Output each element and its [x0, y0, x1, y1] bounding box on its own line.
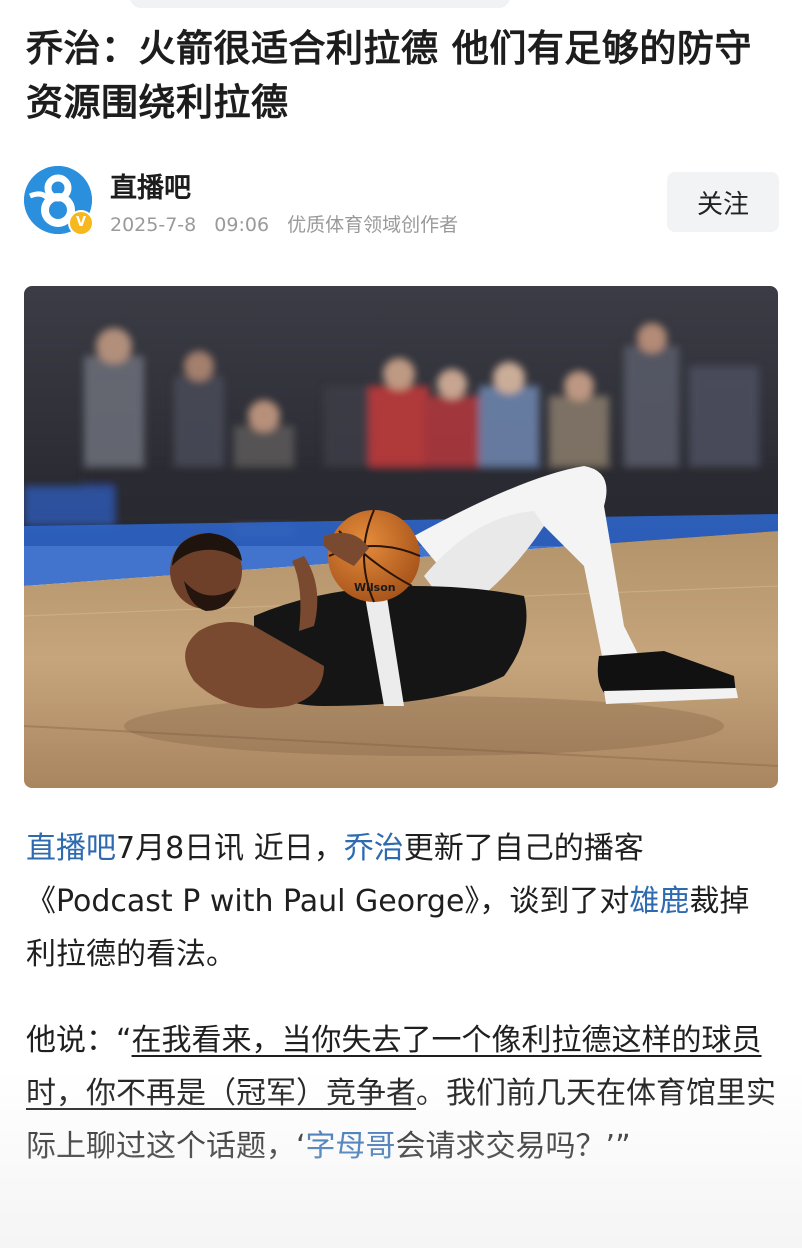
person-link-giannis[interactable]: 字母哥: [306, 1129, 396, 1164]
top-search-pill[interactable]: [130, 0, 510, 8]
p1-text-1: 7月8日讯 近日，: [116, 831, 344, 866]
article-paragraph-1: 直播吧7月8日讯 近日，乔治更新了自己的播客《Podcast P with Pa…: [26, 822, 778, 981]
post-time: 09:06: [214, 214, 270, 236]
article-photo[interactable]: Wilson: [24, 286, 778, 788]
article-title: 乔治：火箭很适合利拉德 他们有足够的防守资源围绕利拉德: [26, 27, 752, 124]
article-paragraph-2: 他说：“在我看来，当你失去了一个像利拉德这样的球员时，你不再是（冠军）竞争者。我…: [26, 1014, 778, 1173]
post-meta: 2025-7-8 09:06 优质体育领域创作者: [110, 210, 470, 237]
source-link[interactable]: 直播吧: [26, 831, 116, 866]
p2-text-1: 他说：“: [26, 1023, 132, 1058]
post-date: 2025-7-8: [110, 214, 197, 236]
basketball-player-photo: Wilson: [24, 286, 778, 788]
team-link-bucks[interactable]: 雄鹿: [629, 884, 689, 919]
p2-text-3: 会请求交易吗？’”: [395, 1129, 631, 1164]
author-row: V 直播吧 2025-7-8 09:06 优质体育领域创作者 关注: [24, 166, 780, 238]
author-name[interactable]: 直播吧: [110, 166, 191, 205]
author-role: 优质体育领域创作者: [287, 214, 459, 236]
ball-brand-text: Wilson: [354, 581, 396, 594]
person-link-george[interactable]: 乔治: [344, 831, 404, 866]
follow-button[interactable]: 关注: [667, 172, 779, 232]
verified-badge-icon: V: [68, 210, 94, 236]
